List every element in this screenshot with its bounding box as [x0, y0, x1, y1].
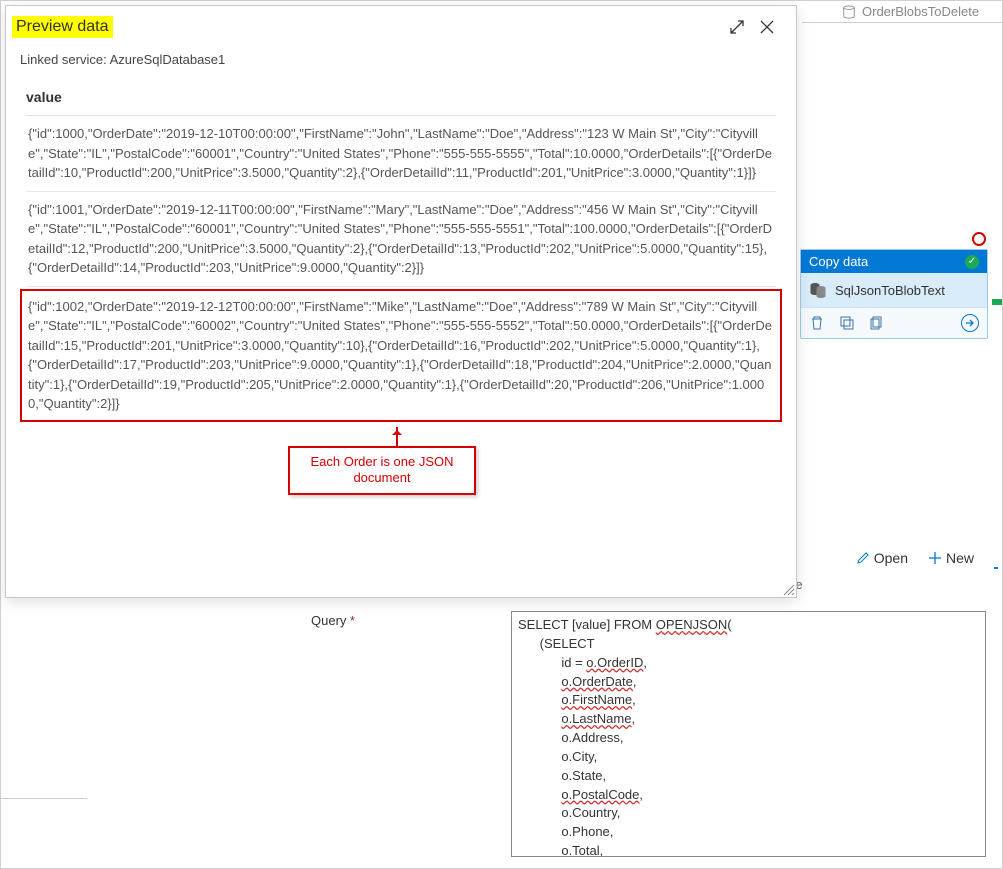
- divider: [1, 798, 87, 800]
- activity-type-label: Copy data: [809, 254, 868, 269]
- activity-title-bar: Copy data ✓: [801, 250, 987, 273]
- add-output-icon[interactable]: [961, 314, 979, 332]
- table-row: {"id":1002,"OrderDate":"2019-12-12T00:00…: [28, 297, 774, 414]
- expand-icon[interactable]: [722, 12, 752, 42]
- activity-body: SqlJsonToBlobText: [801, 273, 987, 307]
- highlighted-row-annotation: {"id":1002,"OrderDate":"2019-12-12T00:00…: [20, 289, 782, 422]
- dataset-actions: Open New: [856, 547, 998, 569]
- linked-service-label: Linked service: AzureSqlDatabase1: [6, 48, 796, 81]
- success-connector: [992, 299, 1002, 305]
- table-row: {"id":1000,"OrderDate":"2019-12-10T00:00…: [26, 116, 776, 192]
- error-dot-annotation: [972, 232, 986, 246]
- database-icon: [842, 5, 856, 19]
- activity-name-label: SqlJsonToBlobText: [835, 283, 945, 298]
- query-textarea[interactable]: SELECT [value] FROM OPENJSON( (SELECT id…: [511, 611, 986, 857]
- modal-header: Preview data: [6, 6, 796, 48]
- query-label: Query *: [311, 611, 511, 628]
- new-button[interactable]: New: [928, 550, 974, 566]
- plus-icon: [928, 551, 942, 565]
- column-header-value: value: [26, 81, 776, 116]
- activity-footer: [801, 307, 987, 338]
- copy-icon[interactable]: [869, 315, 885, 331]
- clone-icon[interactable]: [839, 315, 855, 331]
- table-row: {"id":1001,"OrderDate":"2019-12-11T00:00…: [26, 192, 776, 287]
- copy-data-icon: [809, 281, 827, 299]
- modal-title: Preview data: [12, 16, 113, 38]
- query-field-row: Query * SELECT [value] FROM OPENJSON( (S…: [311, 611, 986, 857]
- tab-indicator: [994, 547, 998, 569]
- delete-icon[interactable]: [809, 315, 825, 331]
- callout-annotation: Each Order is one JSON document: [288, 446, 476, 496]
- preview-data-modal: Preview data Linked service: AzureSqlDat…: [5, 5, 797, 598]
- pipeline-activity-label: OrderBlobsToDelete: [862, 4, 979, 19]
- pipeline-activity-partial: OrderBlobsToDelete: [802, 1, 1002, 23]
- close-icon[interactable]: [752, 12, 782, 42]
- edit-icon: [856, 551, 870, 565]
- success-check-icon: ✓: [965, 255, 979, 269]
- copy-data-activity[interactable]: Copy data ✓ SqlJsonToBlobText: [800, 249, 988, 339]
- resize-handle-icon[interactable]: [782, 583, 796, 597]
- open-button[interactable]: Open: [856, 550, 908, 566]
